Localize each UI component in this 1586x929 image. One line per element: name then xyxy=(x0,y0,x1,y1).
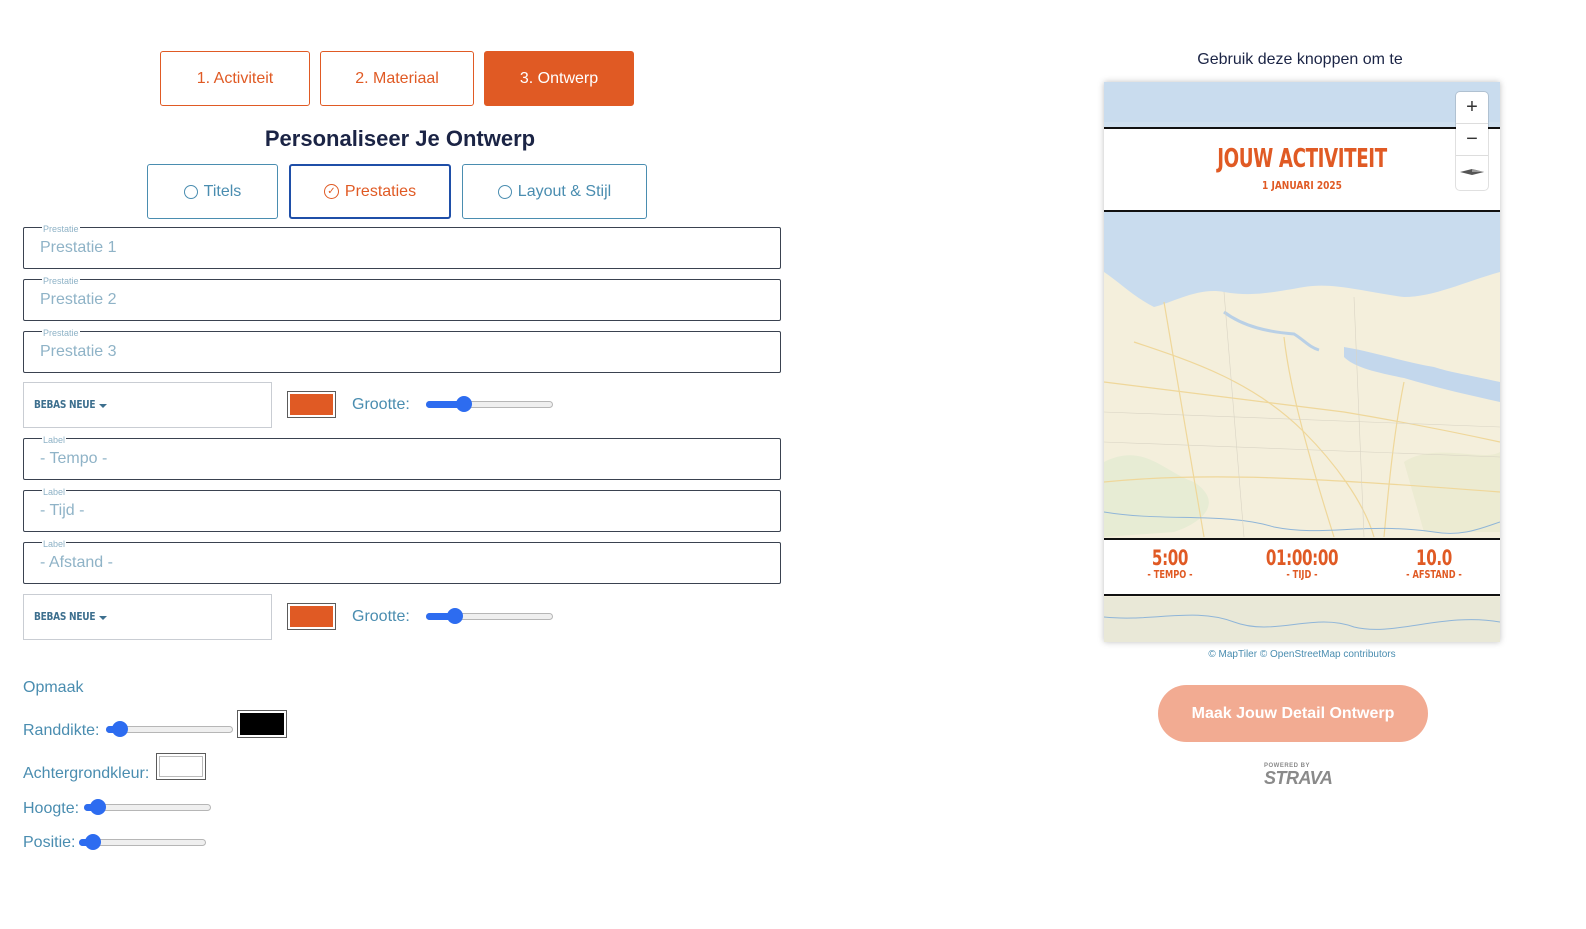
value-size-label: Grootte: xyxy=(352,396,410,413)
poster-preview[interactable]: JOUW ACTIVITEIT 1 JANUARI 2025 + − 5:00 … xyxy=(1104,82,1500,642)
performance-field-3[interactable]: Prestatie Prestatie 3 xyxy=(23,328,781,373)
position-label: Positie: xyxy=(23,834,76,851)
radio-empty-icon xyxy=(497,184,512,199)
stat-value: 5:00 xyxy=(1151,546,1189,570)
border-color-swatch xyxy=(240,713,284,735)
label-size-slider[interactable] xyxy=(426,608,553,624)
stat-tempo: 5:00 - TEMPO - xyxy=(1104,546,1236,581)
field-label: Label xyxy=(42,487,67,497)
position-slider[interactable] xyxy=(79,834,206,850)
field-placeholder: Prestatie 3 xyxy=(40,343,117,360)
field-placeholder: Prestatie 2 xyxy=(40,291,117,308)
tab-layout-stijl[interactable]: Layout & Stijl xyxy=(462,164,647,219)
tab-titels-label: Titels xyxy=(203,182,242,200)
field-placeholder: - Afstand - xyxy=(40,554,113,571)
stat-value: 10.0 xyxy=(1416,546,1452,570)
label-field-tempo[interactable]: Label - Tempo - xyxy=(23,435,781,480)
label-font-name: BEBAS NEUE xyxy=(34,610,96,623)
chevron-down-icon xyxy=(99,616,107,620)
zoom-in-button[interactable]: + xyxy=(1456,92,1488,124)
stat-afstand: 10.0 - AFSTAND - xyxy=(1368,546,1500,581)
step-materiaal-button[interactable]: 2. Materiaal xyxy=(320,51,474,106)
label-field-afstand[interactable]: Label - Afstand - xyxy=(23,539,781,584)
field-label: Prestatie xyxy=(42,328,80,338)
border-color-picker[interactable] xyxy=(237,710,287,738)
radio-empty-icon xyxy=(183,184,198,199)
performance-field-1[interactable]: Prestatie Prestatie 1 xyxy=(23,224,781,269)
value-color-swatch xyxy=(290,394,333,415)
field-label: Label xyxy=(42,435,67,445)
performance-field-2[interactable]: Prestatie Prestatie 2 xyxy=(23,276,781,321)
create-detail-design-button[interactable]: Maak Jouw Detail Ontwerp xyxy=(1158,685,1428,742)
stat-tijd: 01:00:00 - TIJD - xyxy=(1236,546,1368,581)
field-label: Label xyxy=(42,539,67,549)
step-activiteit-button[interactable]: 1. Activiteit xyxy=(160,51,310,106)
background-color-label: Achtergrondkleur: xyxy=(23,765,150,782)
field-placeholder: - Tempo - xyxy=(40,450,108,467)
label-color-swatch xyxy=(290,606,333,627)
poster-date: 1 JANUARI 2025 xyxy=(1262,179,1342,192)
stat-value: 01:00:00 xyxy=(1265,546,1339,570)
stat-label: - TEMPO - xyxy=(1147,568,1193,581)
section-title: Personaliseer Je Ontwerp xyxy=(264,126,536,151)
poster-stats-band: 5:00 - TEMPO - 01:00:00 - TIJD - 10.0 - … xyxy=(1104,538,1500,596)
label-size-label: Grootte: xyxy=(352,608,410,625)
background-color-swatch xyxy=(159,756,203,777)
value-size-slider[interactable] xyxy=(426,396,553,412)
zoom-out-button[interactable]: − xyxy=(1456,124,1488,156)
label-font-select[interactable]: BEBAS NEUE xyxy=(23,594,272,640)
background-color-picker[interactable] xyxy=(156,753,206,780)
height-label: Hoogte: xyxy=(23,800,80,817)
field-label: Prestatie xyxy=(42,276,80,286)
poster-title-band: JOUW ACTIVITEIT 1 JANUARI 2025 xyxy=(1104,127,1500,212)
map-zoom-controls: + − xyxy=(1456,92,1488,190)
stat-label: - AFSTAND - xyxy=(1406,568,1462,581)
value-color-picker[interactable] xyxy=(287,391,336,418)
tab-layout-stijl-label: Layout & Stijl xyxy=(517,182,612,200)
powered-by-strava-logo: POWERED BY STRAVA xyxy=(1264,763,1333,788)
tab-prestaties-label: Prestaties xyxy=(344,182,417,200)
map-attribution[interactable]: © MapTiler © OpenStreetMap contributors xyxy=(1104,649,1500,660)
preview-hint: Gebruik deze knoppen om te xyxy=(1197,51,1403,68)
step-ontwerp-button[interactable]: 3. Ontwerp xyxy=(484,51,634,106)
compass-icon xyxy=(1460,169,1484,175)
border-width-label: Randdikte: xyxy=(23,722,100,739)
check-circle-icon: ✓ xyxy=(323,184,339,199)
tab-prestaties[interactable]: ✓ Prestaties xyxy=(289,164,451,219)
chevron-down-icon xyxy=(99,404,107,408)
field-placeholder: Prestatie 1 xyxy=(40,239,117,256)
compass-reset-button[interactable] xyxy=(1456,156,1488,188)
border-width-slider[interactable] xyxy=(106,721,233,737)
poster-title: JOUW ACTIVITEIT xyxy=(1217,144,1387,174)
stat-label: - TIJD - xyxy=(1286,568,1318,581)
label-field-tijd[interactable]: Label - Tijd - xyxy=(23,487,781,532)
opmaak-heading: Opmaak xyxy=(23,679,84,696)
tab-titels[interactable]: Titels xyxy=(147,164,278,219)
height-slider[interactable] xyxy=(84,799,211,815)
value-font-select[interactable]: BEBAS NEUE xyxy=(23,382,272,428)
strava-wordmark: STRAVA xyxy=(1264,768,1333,788)
value-font-name: BEBAS NEUE xyxy=(34,398,96,411)
field-placeholder: - Tijd - xyxy=(40,502,85,519)
field-label: Prestatie xyxy=(42,224,80,234)
label-color-picker[interactable] xyxy=(287,603,336,630)
